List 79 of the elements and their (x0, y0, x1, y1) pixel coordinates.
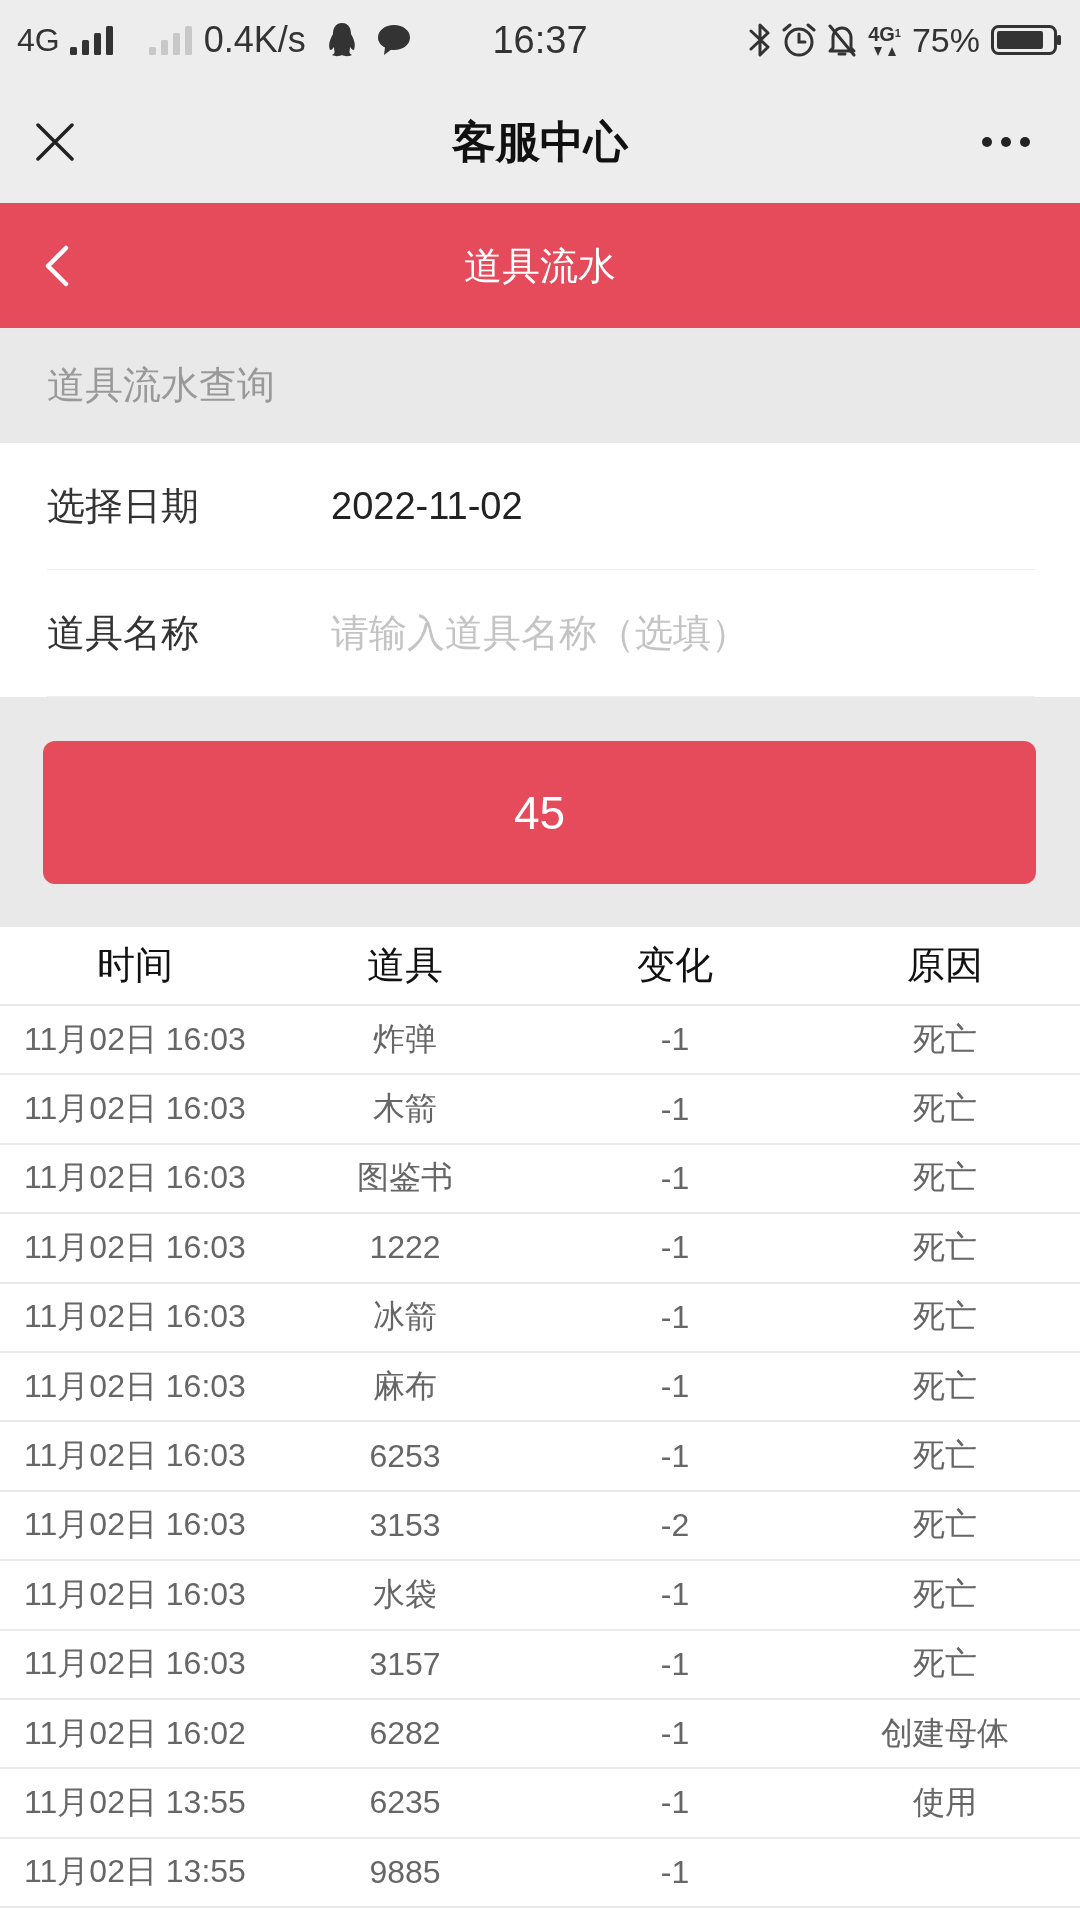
item-name-input[interactable]: 请输入道具名称（选填） (331, 603, 1035, 663)
table-cell-text: 11月02日 13:55 (24, 1852, 246, 1892)
table-cell: -1 (660, 1298, 690, 1336)
weak-signal-icon (148, 25, 194, 55)
table-cell: 6235 (369, 1784, 441, 1822)
table-cell-text: 死亡 (913, 1644, 977, 1684)
section-title: 道具流水查询 (47, 363, 275, 408)
table-cell-text: 木箭 (373, 1089, 437, 1129)
table-cell: 9885 (369, 1853, 441, 1891)
table-cell: -1 (660, 1784, 690, 1822)
table-cell-text: 11月02日 16:02 (24, 1713, 246, 1753)
close-icon[interactable] (36, 122, 74, 161)
table-cell-text: 11月02日 16:03 (24, 1644, 246, 1684)
table-cell-text: 炸弹 (373, 1019, 437, 1059)
table-cell-text: 死亡 (913, 1366, 977, 1406)
chat-bubble-icon (377, 25, 410, 55)
table-cell-text: 死亡 (913, 1574, 977, 1614)
battery-percent: 75% (911, 23, 980, 57)
table-cell-text: 死亡 (913, 1089, 977, 1129)
field-label: 道具名称 (47, 610, 199, 656)
table-cell-text: 11月02日 16:03 (24, 1366, 246, 1406)
table-cell-text: 11月02日 16:03 (24, 1158, 246, 1198)
table-cell-text: 图鉴书 (357, 1158, 453, 1198)
table-cell: -1 (660, 1853, 690, 1891)
table-cell-text: 使用 (913, 1783, 977, 1822)
table-cell-text: 冰箭 (373, 1297, 437, 1337)
table-cell-text: 11月02日 16:03 (24, 1574, 246, 1614)
table-cell: 3153 (369, 1506, 441, 1544)
more-icon[interactable] (982, 136, 1030, 147)
table-cell: -1 (660, 1645, 690, 1683)
column-header: 道具 (367, 943, 443, 988)
signal-bars-icon (69, 25, 115, 55)
network-type: 4G (17, 24, 60, 56)
table-cell: 3157 (369, 1645, 441, 1683)
column-header: 原因 (907, 943, 983, 988)
table-cell-text: 死亡 (913, 1019, 977, 1059)
table-cell-text: 11月02日 16:03 (24, 1019, 246, 1059)
table-cell-text: 死亡 (913, 1297, 977, 1337)
nav-title: 客服中心 (452, 115, 628, 167)
table-cell: -2 (660, 1506, 690, 1544)
back-icon[interactable] (44, 244, 70, 287)
date-field[interactable]: 2022-11-02 (331, 484, 523, 528)
submit-button[interactable]: 45 (43, 741, 1036, 884)
alarm-clock-icon (782, 23, 817, 57)
table-cell-text: 创建母体 (881, 1713, 1009, 1753)
table-cell-text: 死亡 (913, 1436, 977, 1476)
table-cell: -1 (660, 1159, 690, 1197)
penguin-icon (327, 23, 356, 57)
bell-off-icon (827, 23, 858, 57)
table-cell-text: 麻布 (373, 1366, 437, 1406)
table-cell: -1 (660, 1368, 690, 1406)
table-cell-text: 11月02日 13:55 (24, 1783, 246, 1822)
field-label: 选择日期 (47, 483, 199, 529)
table-cell: 1222 (369, 1229, 441, 1267)
battery-icon (991, 25, 1062, 55)
table-cell: 6282 (369, 1715, 441, 1753)
page-title: 道具流水 (464, 243, 616, 288)
table-cell-text: 死亡 (913, 1158, 977, 1198)
table-cell-text: 11月02日 16:03 (24, 1436, 246, 1476)
status-time: 16:37 (492, 21, 588, 59)
table-cell: -1 (660, 1229, 690, 1267)
table-cell: -1 (660, 1090, 690, 1128)
table-cell: -1 (660, 1576, 690, 1614)
column-header: 变化 (637, 943, 713, 988)
bluetooth-icon (749, 22, 772, 58)
table-cell: -1 (660, 1437, 690, 1475)
table-cell-text: 11月02日 16:03 (24, 1227, 246, 1267)
table-cell: 6253 (369, 1437, 441, 1475)
table-cell: -1 (660, 1715, 690, 1753)
table-cell: -1 (660, 1021, 690, 1059)
data-arrows-icon (871, 45, 898, 57)
column-header: 时间 (97, 943, 173, 988)
table-cell-text: 死亡 (913, 1505, 977, 1545)
network-speed: 0.4K/s (203, 22, 306, 58)
table-cell-text: 11月02日 16:03 (24, 1505, 246, 1545)
table-cell-text: 11月02日 16:03 (24, 1297, 246, 1337)
table-cell-text: 死亡 (913, 1227, 977, 1267)
table-cell-text: 水袋 (373, 1574, 437, 1614)
table-cell-text: 11月02日 16:03 (24, 1089, 246, 1129)
